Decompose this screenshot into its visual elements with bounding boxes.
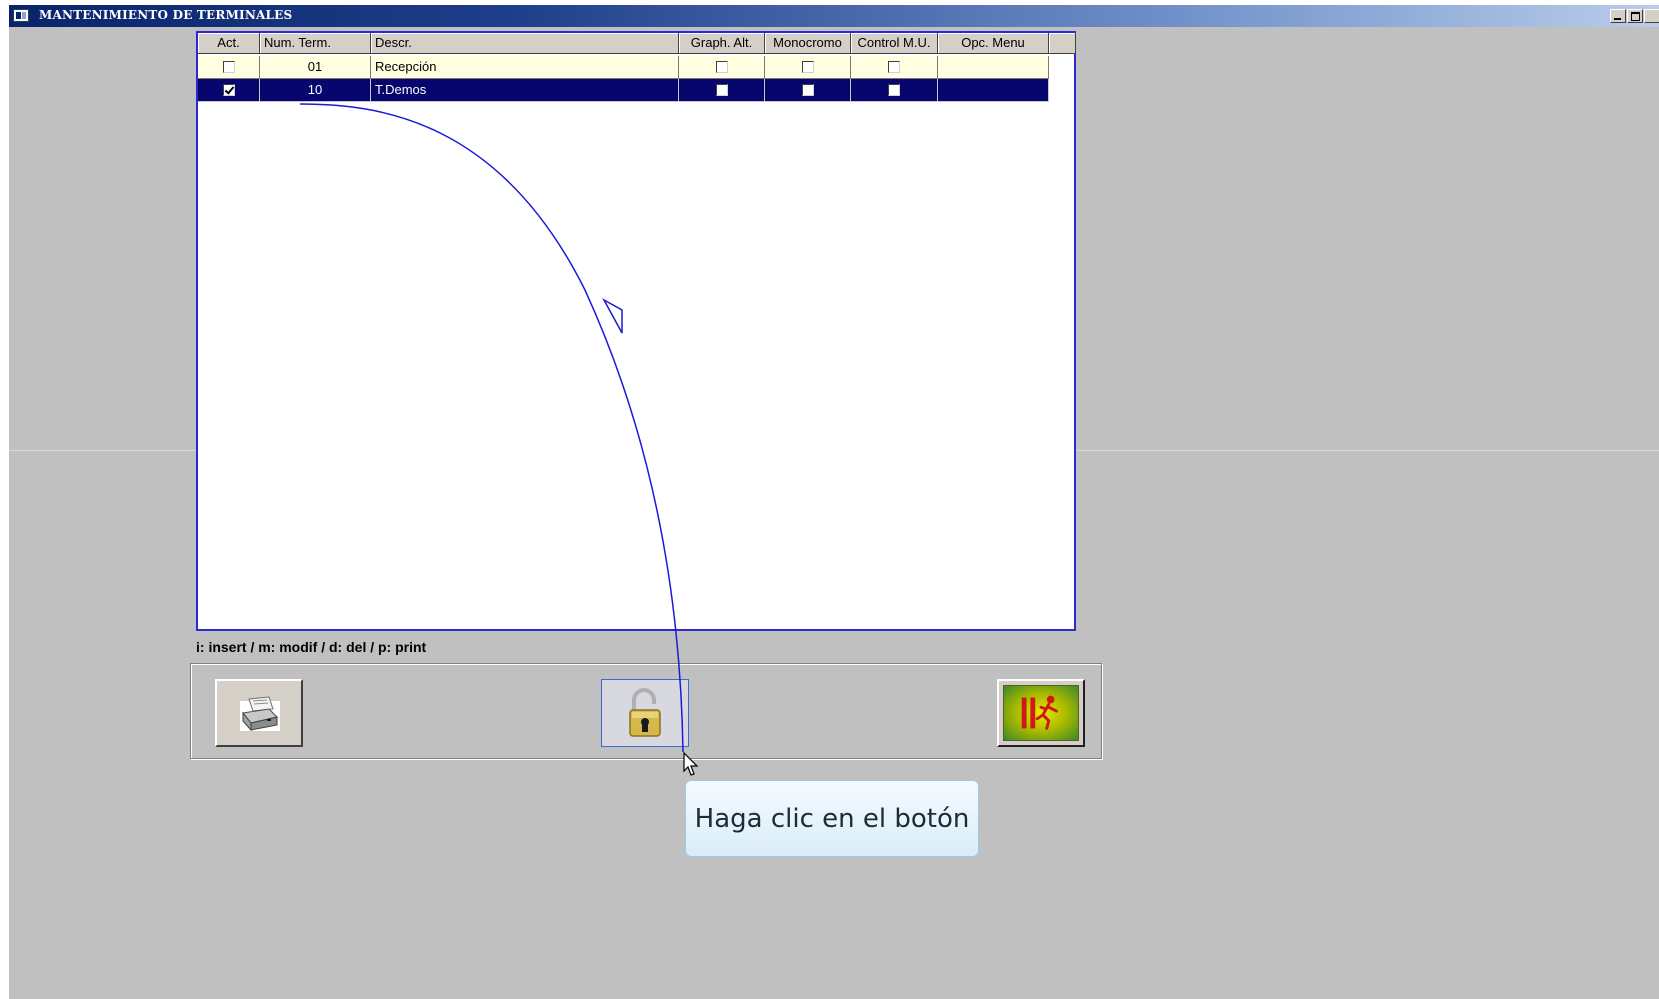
column-header-filler: [1049, 33, 1076, 54]
mouse-cursor-icon: [683, 752, 699, 776]
act-checkbox[interactable]: [222, 60, 235, 73]
column-header-descr[interactable]: Descr.: [371, 33, 679, 54]
graph-alt-cell[interactable]: [679, 56, 765, 79]
printer-icon: [240, 696, 280, 732]
graph-alt-cell[interactable]: [679, 79, 765, 102]
num-term-cell[interactable]: 01: [260, 56, 371, 79]
tooltip-text: Haga clic en el botón: [694, 803, 970, 834]
opc-menu-cell[interactable]: [938, 79, 1049, 102]
keyboard-shortcuts-hint: i: insert / m: modif / d: del / p: print: [196, 639, 427, 655]
table-row-selected[interactable]: 10 T.Demos: [198, 79, 1049, 102]
column-header-opc-menu[interactable]: Opc. Menu: [938, 33, 1049, 54]
act-cell[interactable]: [198, 56, 260, 79]
minimize-button[interactable]: [1610, 9, 1626, 23]
exit-button[interactable]: [997, 679, 1085, 747]
num-term-cell[interactable]: 10: [260, 79, 371, 102]
background-divider: [9, 450, 205, 451]
grid-header: Act. Num. Term. Descr. Graph. Alt. Monoc…: [198, 33, 1076, 54]
control-mu-cell[interactable]: [851, 56, 938, 79]
unlocked-padlock-icon: [629, 688, 661, 737]
maximize-button[interactable]: [1627, 9, 1643, 23]
graph-alt-checkbox[interactable]: [715, 60, 728, 73]
column-header-graph-alt[interactable]: Graph. Alt.: [679, 33, 765, 54]
column-header-monocromo[interactable]: Monocromo: [765, 33, 851, 54]
print-button[interactable]: [215, 679, 303, 747]
descr-cell[interactable]: Recepción: [371, 56, 679, 79]
title-bar[interactable]: MANTENIMIENTO DE TERMINALES: [9, 5, 1659, 27]
column-header-control-mu[interactable]: Control M.U.: [851, 33, 938, 54]
close-button[interactable]: [1644, 9, 1659, 23]
table-row[interactable]: 01 Recepción: [198, 56, 1049, 79]
window-title: MANTENIMIENTO DE TERMINALES: [39, 8, 293, 22]
lock-button[interactable]: [601, 679, 689, 747]
descr-cell[interactable]: T.Demos: [371, 79, 679, 102]
control-mu-cell[interactable]: [851, 79, 938, 102]
column-header-act[interactable]: Act.: [198, 33, 260, 54]
window-app-icon: [13, 9, 29, 22]
callout-tooltip: Haga clic en el botón: [685, 780, 979, 857]
control-mu-checkbox[interactable]: [888, 60, 900, 73]
monocromo-cell[interactable]: [765, 79, 851, 102]
column-header-num-term[interactable]: Num. Term.: [260, 33, 371, 54]
opc-menu-cell[interactable]: [938, 56, 1049, 79]
graph-alt-checkbox[interactable]: [715, 83, 728, 96]
control-mu-checkbox[interactable]: [888, 83, 900, 96]
act-checkbox-checked[interactable]: [222, 83, 235, 96]
act-cell[interactable]: [198, 79, 260, 102]
button-panel: [190, 663, 1102, 759]
monocromo-cell[interactable]: [765, 56, 851, 79]
terminals-grid[interactable]: Act. Num. Term. Descr. Graph. Alt. Monoc…: [196, 31, 1076, 631]
exit-running-man-icon: [1003, 685, 1079, 741]
monocromo-checkbox[interactable]: [801, 83, 814, 96]
background-divider: [1077, 450, 1659, 451]
monocromo-checkbox[interactable]: [801, 60, 814, 73]
